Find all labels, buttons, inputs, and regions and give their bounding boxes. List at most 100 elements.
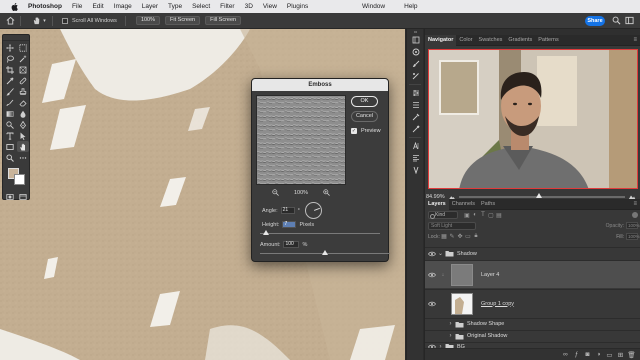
hand-icon[interactable] xyxy=(17,141,29,152)
chevron-right-icon[interactable]: › xyxy=(447,321,454,327)
visibility-empty-slot[interactable] xyxy=(427,332,437,340)
menu-3d[interactable]: 3D xyxy=(245,3,253,10)
panel-menu-icon[interactable]: ≡ xyxy=(633,37,637,43)
search-icon[interactable] xyxy=(612,16,622,26)
opacity-field[interactable]: 100% xyxy=(626,222,640,229)
healing-icon[interactable] xyxy=(17,75,29,86)
menu-type[interactable]: Type xyxy=(168,3,182,10)
fill-field[interactable]: 100% xyxy=(626,233,640,240)
height-slider[interactable] xyxy=(260,230,380,235)
adjustment-filter-icon[interactable]: ◐ xyxy=(471,211,479,219)
menu-layer[interactable]: Layer xyxy=(142,3,158,10)
panel-menu-icon[interactable]: ≡ xyxy=(633,201,637,207)
add-mask-icon[interactable]: ◙ xyxy=(582,351,593,358)
brushes-icon[interactable] xyxy=(407,58,424,70)
navigator-thumbnail[interactable] xyxy=(428,49,638,189)
layer-row-shadow-shape[interactable]: › Shadow Shape xyxy=(425,318,640,329)
fill-screen-button[interactable]: Fill Screen xyxy=(205,16,242,25)
apple-icon[interactable] xyxy=(9,2,19,11)
preview-toggle[interactable]: ✓ Preview xyxy=(351,128,381,134)
brush-icon[interactable] xyxy=(4,86,16,97)
tab-gradients[interactable]: Gradients xyxy=(505,35,535,46)
lock-image-icon[interactable]: ✎ xyxy=(448,233,456,241)
visibility-eye-icon[interactable] xyxy=(427,300,437,308)
preview-checkbox[interactable]: ✓ xyxy=(351,128,357,134)
visibility-empty-slot[interactable] xyxy=(427,320,437,328)
crop-icon[interactable] xyxy=(4,64,16,75)
eyedropper-icon[interactable] xyxy=(4,75,16,86)
character-icon[interactable] xyxy=(407,140,424,152)
height-field[interactable]: 7 xyxy=(282,221,297,228)
tab-color[interactable]: Color xyxy=(456,35,475,46)
lock-position-icon[interactable]: ✥ xyxy=(456,233,464,241)
height-slider-knob[interactable] xyxy=(263,230,269,235)
fit-screen-button[interactable]: Fit Screen xyxy=(165,16,201,25)
libraries-icon[interactable] xyxy=(407,111,424,123)
zoom-icon[interactable] xyxy=(4,152,16,163)
app-name[interactable]: Photoshop xyxy=(28,3,62,10)
workspace-icon[interactable] xyxy=(625,16,635,26)
chevron-right-icon[interactable]: › xyxy=(447,333,454,339)
tab-navigator[interactable]: Navigator xyxy=(425,34,457,46)
dodge-icon[interactable] xyxy=(4,119,16,130)
menu-plugins[interactable]: Plugins xyxy=(287,3,308,10)
menu-filter[interactable]: Filter xyxy=(220,3,234,10)
styles-icon[interactable] xyxy=(407,123,424,135)
link-layers-icon[interactable]: ∞ xyxy=(560,351,571,358)
new-group-icon[interactable]: ▭ xyxy=(604,351,615,359)
smart-object-filter-icon[interactable]: ▤ xyxy=(495,211,503,219)
menu-image[interactable]: Image xyxy=(114,3,132,10)
visibility-eye-icon[interactable] xyxy=(427,250,437,258)
shape-filter-icon[interactable]: ▢ xyxy=(487,211,495,219)
quick-mask-icon[interactable] xyxy=(4,191,16,202)
zoom-out-icon[interactable] xyxy=(272,189,280,197)
adjustments-icon[interactable] xyxy=(407,87,424,99)
eraser-icon[interactable] xyxy=(17,97,29,108)
frame-icon[interactable] xyxy=(17,64,29,75)
tab-swatches[interactable]: Swatches xyxy=(476,35,506,46)
lasso-icon[interactable] xyxy=(4,53,16,64)
layer-row-group-1-copy[interactable]: Group 1 copy xyxy=(425,289,640,317)
type-icon[interactable] xyxy=(4,130,16,141)
visibility-eye-icon[interactable] xyxy=(427,271,437,279)
hand-tool-preset-icon[interactable] xyxy=(31,16,41,26)
marquee-icon[interactable] xyxy=(17,42,29,53)
layer-style-icon[interactable]: ƒ xyxy=(571,351,582,358)
amount-field[interactable]: 100 xyxy=(283,241,300,248)
path-select-icon[interactable] xyxy=(17,130,29,141)
zoom-in-icon[interactable] xyxy=(322,189,330,197)
magic-wand-icon[interactable] xyxy=(17,53,29,64)
kind-filter-select[interactable]: Kind xyxy=(428,211,458,219)
angle-dial[interactable] xyxy=(304,202,322,219)
amount-slider-knob[interactable] xyxy=(322,250,328,255)
history-icon[interactable] xyxy=(407,34,424,46)
chevron-down-icon[interactable]: ▾ xyxy=(42,16,47,26)
properties-icon[interactable] xyxy=(407,99,424,111)
navigator-zoom-slider-knob[interactable] xyxy=(535,193,542,198)
lock-all-icon[interactable]: 🔒︎ xyxy=(472,233,480,241)
background-color-swatch[interactable] xyxy=(14,174,25,185)
brush-settings-icon[interactable] xyxy=(407,70,424,82)
trash-icon[interactable]: 🗑︎ xyxy=(626,351,637,359)
scroll-all-windows-checkbox[interactable] xyxy=(62,17,68,24)
blend-mode-select[interactable]: Soft Light xyxy=(428,221,476,230)
angle-field[interactable]: 21 xyxy=(280,207,295,214)
home-icon[interactable] xyxy=(5,16,15,26)
menu-edit[interactable]: Edit xyxy=(92,3,103,10)
layer-row-original-shadow[interactable]: › Original Shadow xyxy=(425,330,640,341)
amount-slider[interactable] xyxy=(260,250,390,255)
emboss-preview[interactable] xyxy=(256,95,346,185)
tab-patterns[interactable]: Patterns xyxy=(535,35,561,46)
lock-artboard-icon[interactable]: ▭ xyxy=(464,233,472,241)
cancel-button[interactable]: Cancel xyxy=(351,111,378,122)
lock-transparent-icon[interactable]: ▦ xyxy=(440,233,448,241)
type-filter-icon[interactable]: T xyxy=(479,211,487,219)
move-icon[interactable] xyxy=(4,42,16,53)
pixel-filter-icon[interactable]: ▣ xyxy=(463,211,471,219)
screen-mode-icon[interactable] xyxy=(17,191,29,202)
pen-icon[interactable] xyxy=(17,119,29,130)
rectangle-icon[interactable] xyxy=(4,141,16,152)
chevron-down-icon[interactable]: ⌄ xyxy=(437,250,444,257)
ok-button[interactable]: OK xyxy=(351,96,378,107)
tab-paths[interactable]: Paths xyxy=(478,199,498,210)
